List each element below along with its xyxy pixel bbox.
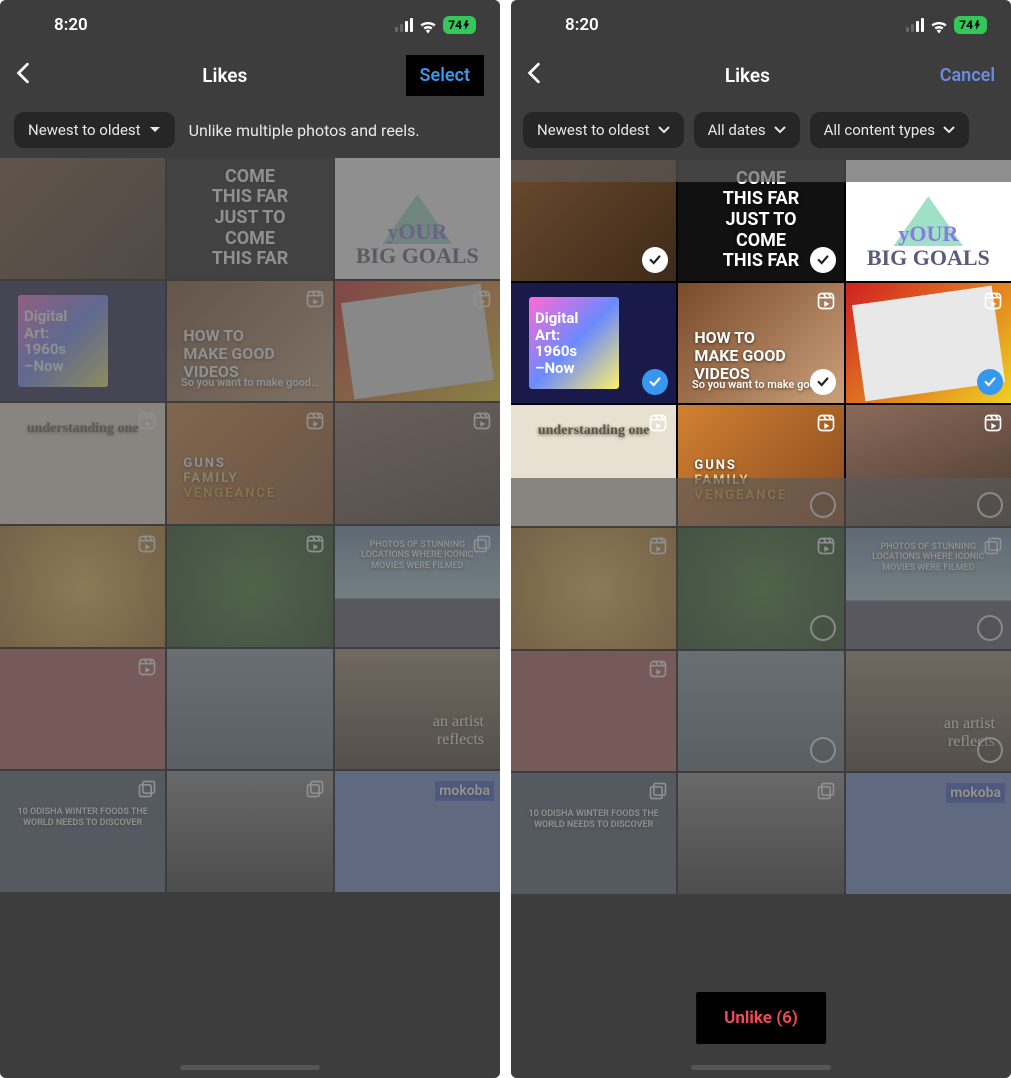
grid-tile[interactable] [511, 528, 676, 649]
reel-icon [816, 536, 836, 556]
grid-tile[interactable] [846, 283, 1011, 404]
grid-tile[interactable]: GUNSFAMILYVENGEANCE [678, 405, 843, 526]
wifi-icon [930, 19, 948, 32]
tooltip-text: Unlike multiple photos and reels. [189, 121, 486, 140]
grid-tile[interactable] [678, 651, 843, 772]
reel-icon [816, 413, 836, 433]
selection-ring-icon [977, 615, 1003, 641]
grid-tile[interactable] [167, 771, 332, 892]
selection-ring-icon [977, 492, 1003, 518]
grid-tile[interactable] [846, 405, 1011, 526]
reel-icon [305, 289, 325, 309]
grid-tile[interactable]: 10 ODISHA WINTER FOODS THE WORLD NEEDS T… [511, 773, 676, 894]
grid-tile[interactable]: COMETHIS FARJUST TOCOMETHIS FAR [678, 160, 843, 281]
reel-icon [983, 291, 1003, 311]
grid-tile[interactable]: HOW TOMAKE GOODVIDEOSSo you want to make… [678, 283, 843, 404]
grid-tile[interactable]: understanding one [0, 403, 165, 524]
reel-icon [816, 291, 836, 311]
grid-tile[interactable] [0, 526, 165, 647]
grid-tile[interactable]: mokoba [846, 773, 1011, 894]
selection-ring-icon [810, 737, 836, 763]
select-button[interactable]: Select [406, 55, 484, 96]
carousel-icon [648, 781, 668, 801]
reel-icon [648, 413, 668, 433]
dates-chip[interactable]: All dates [694, 112, 800, 148]
grid-tile[interactable] [335, 281, 500, 402]
grid-tile[interactable]: COMETHIS FARJUST TOCOMETHIS FAR [167, 158, 332, 279]
grid-tile[interactable]: 10 ODISHA WINTER FOODS THE WORLD NEEDS T… [0, 771, 165, 892]
grid-tile[interactable]: DigitalArt:1960s–Now [0, 281, 165, 402]
carousel-icon [983, 536, 1003, 556]
status-bar: 8:20 74 [511, 0, 1011, 50]
cancel-button[interactable]: Cancel [940, 65, 995, 86]
screenshot-right: 8:20 74 Likes Cancel Newest to oldest Al… [511, 0, 1011, 1078]
reel-icon [137, 411, 157, 431]
sort-chip[interactable]: Newest to oldest [523, 112, 684, 148]
app-header: Likes Select [0, 50, 500, 100]
grid-tile[interactable]: DigitalArt:1960s–Now [511, 283, 676, 404]
wifi-icon [419, 19, 437, 32]
content-types-chip[interactable]: All content types [810, 112, 969, 148]
page-title: Likes [555, 64, 940, 87]
selected-check-icon [642, 247, 668, 273]
grid-tile[interactable]: an artistreflects [335, 649, 500, 770]
grid-tile[interactable] [335, 403, 500, 524]
reel-icon [137, 534, 157, 554]
home-indicator [691, 1065, 831, 1070]
grid-tile[interactable]: GUNSFAMILYVENGEANCE [167, 403, 332, 524]
reel-icon [305, 534, 325, 554]
grid-tile[interactable] [167, 649, 332, 770]
grid-tile[interactable] [167, 526, 332, 647]
cellular-icon [395, 18, 413, 32]
carousel-icon [472, 534, 492, 554]
battery-indicator: 74 [954, 16, 987, 34]
selected-check-icon [810, 369, 836, 395]
filter-row: Newest to oldest All dates All content t… [511, 100, 1011, 160]
reel-icon [983, 413, 1003, 433]
home-indicator [180, 1065, 320, 1070]
back-button[interactable] [527, 62, 555, 88]
selection-ring-icon [810, 615, 836, 641]
unlike-button[interactable]: Unlike (6) [696, 992, 826, 1044]
grid-tile[interactable] [678, 773, 843, 894]
reel-icon [137, 657, 157, 677]
reel-icon [305, 411, 325, 431]
carousel-icon [816, 781, 836, 801]
status-bar: 8:20 74 [0, 0, 500, 50]
grid-tile[interactable]: understanding one [511, 405, 676, 526]
selected-check-icon [810, 247, 836, 273]
status-time: 8:20 [54, 15, 88, 35]
grid-tile[interactable] [511, 160, 676, 281]
back-button[interactable] [16, 62, 44, 88]
reel-icon [648, 536, 668, 556]
reel-icon [648, 659, 668, 679]
grid-tile[interactable]: yOURBIG GOALS [335, 158, 500, 279]
cellular-icon [906, 18, 924, 32]
grid-tile[interactable]: PHOTOS OF STUNNING LOCATIONS WHERE ICONI… [335, 526, 500, 647]
grid-tile[interactable]: PHOTOS OF STUNNING LOCATIONS WHERE ICONI… [846, 528, 1011, 649]
carousel-icon [137, 779, 157, 799]
filter-and-tooltip-row: Newest to oldest Unlike multiple photos … [0, 100, 500, 158]
screenshot-left: 8:20 74 Likes Select Newest to oldest Un… [0, 0, 500, 1078]
grid-tile[interactable] [0, 158, 165, 279]
battery-indicator: 74 [443, 16, 476, 34]
liked-grid: COMETHIS FARJUST TOCOMETHIS FARyOURBIG G… [511, 160, 1011, 894]
carousel-icon [305, 779, 325, 799]
selection-ring-icon [810, 492, 836, 518]
app-header: Likes Cancel [511, 50, 1011, 100]
grid-tile[interactable] [511, 651, 676, 772]
grid-tile[interactable]: mokoba [335, 771, 500, 892]
liked-grid: COMETHIS FARJUST TOCOMETHIS FARyOURBIG G… [0, 158, 500, 892]
grid-tile[interactable] [678, 528, 843, 649]
grid-tile[interactable]: yOURBIG GOALS [846, 160, 1011, 281]
reel-icon [472, 411, 492, 431]
status-time: 8:20 [565, 15, 599, 35]
page-title: Likes [44, 64, 406, 87]
grid-tile[interactable]: HOW TOMAKE GOODVIDEOSSo you want to make… [167, 281, 332, 402]
sort-chip[interactable]: Newest to oldest [14, 112, 175, 148]
grid-tile[interactable]: an artistreflects [846, 651, 1011, 772]
reel-icon [472, 289, 492, 309]
grid-tile[interactable] [0, 649, 165, 770]
